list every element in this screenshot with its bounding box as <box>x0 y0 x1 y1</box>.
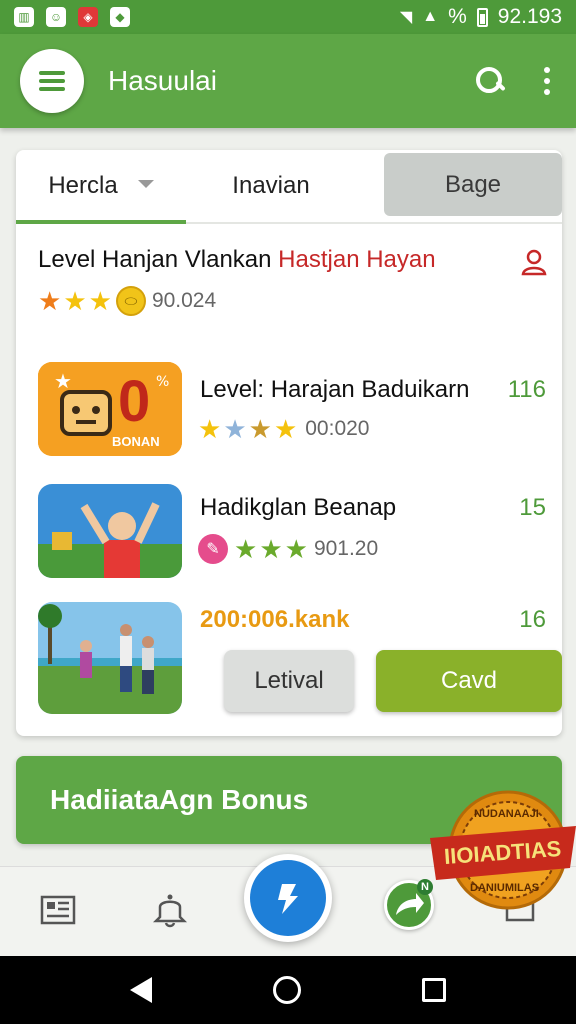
content-card: Hercla Inavian Bage Level Hanjan Vlankan… <box>16 150 562 736</box>
menu-icon <box>39 71 65 91</box>
item-title: 200:006.kank <box>200 606 350 633</box>
share-icon <box>396 893 424 915</box>
chevron-down-icon <box>137 180 154 188</box>
item-rating: ★ ★ ★ ★ 00:020 <box>198 416 369 442</box>
tab-label: Bage <box>444 170 502 198</box>
status-bar: ▥ ☺ ◈ ◆ ◥ ▲ % 92.193 <box>0 0 576 34</box>
bolt-action-button[interactable] <box>244 854 332 942</box>
svg-text:%: % <box>156 374 169 390</box>
recents-icon[interactable] <box>421 978 446 1002</box>
svg-text:★: ★ <box>54 369 72 393</box>
star-icon: ★ <box>63 286 87 316</box>
star-icon: ★ <box>38 286 62 316</box>
star-icon: ★ <box>284 534 308 564</box>
item-title: Hadikglan Beanap <box>200 494 397 521</box>
tab-hercla[interactable]: Hercla <box>16 150 186 224</box>
user-icon[interactable] <box>520 248 548 276</box>
bonus-illustration: ★ % <box>38 362 182 456</box>
system-indicators: ◥ ▲ % 92.193 <box>400 5 562 29</box>
star-icon: ★ <box>248 414 272 444</box>
bolt-icon <box>278 884 298 914</box>
star-icon: ★ <box>88 286 112 316</box>
seal-bottom-text: DANIUMILAS <box>470 882 540 894</box>
tab-label: Inavian <box>232 172 310 199</box>
system-navigation-bar <box>0 956 576 1024</box>
share-button[interactable]: N <box>384 879 434 930</box>
app-notification-icon: ▥ <box>14 7 34 27</box>
battery-percent: % <box>448 5 467 28</box>
tab-bar: Hercla Inavian Bage <box>16 150 562 224</box>
rating-value: 90.024 <box>151 289 217 312</box>
star-icon: ★ <box>223 414 247 444</box>
pin-icon: ✎ <box>198 534 228 564</box>
star-icon: ★ <box>259 534 283 564</box>
chat-notification-icon: ☺ <box>46 7 66 27</box>
kid-photo <box>38 484 182 578</box>
featured-rating: ★ ★ ★ ⬭ 90.024 <box>38 286 548 316</box>
tab-label: Hercla <box>48 172 118 199</box>
signal-icon: ▲ <box>422 8 439 25</box>
item-meta-value: 00:020 <box>305 417 370 440</box>
store-notification-icon: ◆ <box>110 7 130 27</box>
wifi-icon: ◥ <box>399 9 413 26</box>
item-thumbnail <box>38 602 182 714</box>
menu-button[interactable] <box>20 49 84 113</box>
thumb-caption: BONAN <box>112 434 160 449</box>
item-count: 15 <box>519 494 546 521</box>
home-icon[interactable] <box>272 976 301 1004</box>
search-icon[interactable] <box>474 65 506 97</box>
thumb-digit: 0 <box>118 369 151 434</box>
seal-top-text: NUDANAAJI <box>474 808 539 820</box>
star-icon: ★ <box>198 414 222 444</box>
banner-text: HadiiataAgn Bonus <box>50 784 309 815</box>
cavd-button[interactable]: Cavd <box>376 650 562 712</box>
coin-icon: ⬭ <box>115 286 146 316</box>
app-bar: Hasuulai <box>0 34 576 128</box>
item-thumbnail <box>38 484 182 578</box>
tab-bage[interactable]: Bage <box>384 153 562 216</box>
item-count: 116 <box>507 376 546 403</box>
battery-icon <box>476 7 488 27</box>
seal-badge[interactable]: NUDANAAJI IIOIADTIAS DANIUMILAS <box>430 786 576 920</box>
status-time: 92.193 <box>497 5 562 28</box>
item-rating: ✎ ★ ★ ★ 901.20 <box>198 534 378 564</box>
letival-button[interactable]: Letival <box>224 650 354 712</box>
item-thumbnail: ★ % 0 BONAN <box>38 362 182 456</box>
tab-inavian[interactable]: Inavian <box>186 150 356 222</box>
star-icon: ★ <box>234 534 258 564</box>
featured-title-main: Level Hanjan Vlankan <box>38 246 279 273</box>
item-title: Level: Harajan Baduikarn <box>200 376 470 403</box>
item-meta-value: 901.20 <box>313 537 379 560</box>
item-count: 16 <box>519 606 546 633</box>
notification-icons: ▥ ☺ ◈ ◆ <box>14 7 130 27</box>
family-photo <box>38 602 182 714</box>
bell-icon[interactable] <box>150 889 190 929</box>
featured-header: Level Hanjan Vlankan Hastjan Hayan ★ ★ ★… <box>38 246 548 316</box>
star-icon: ★ <box>273 414 298 444</box>
news-icon[interactable] <box>38 889 78 929</box>
alert-notification-icon: ◈ <box>78 7 98 27</box>
featured-title-accent: Hastjan Hayan <box>278 246 436 273</box>
app-title: Hasuulai <box>108 65 217 96</box>
more-vert-icon[interactable] <box>544 67 552 95</box>
back-icon[interactable] <box>130 977 153 1003</box>
featured-title: Level Hanjan Vlankan Hastjan Hayan <box>38 246 548 274</box>
